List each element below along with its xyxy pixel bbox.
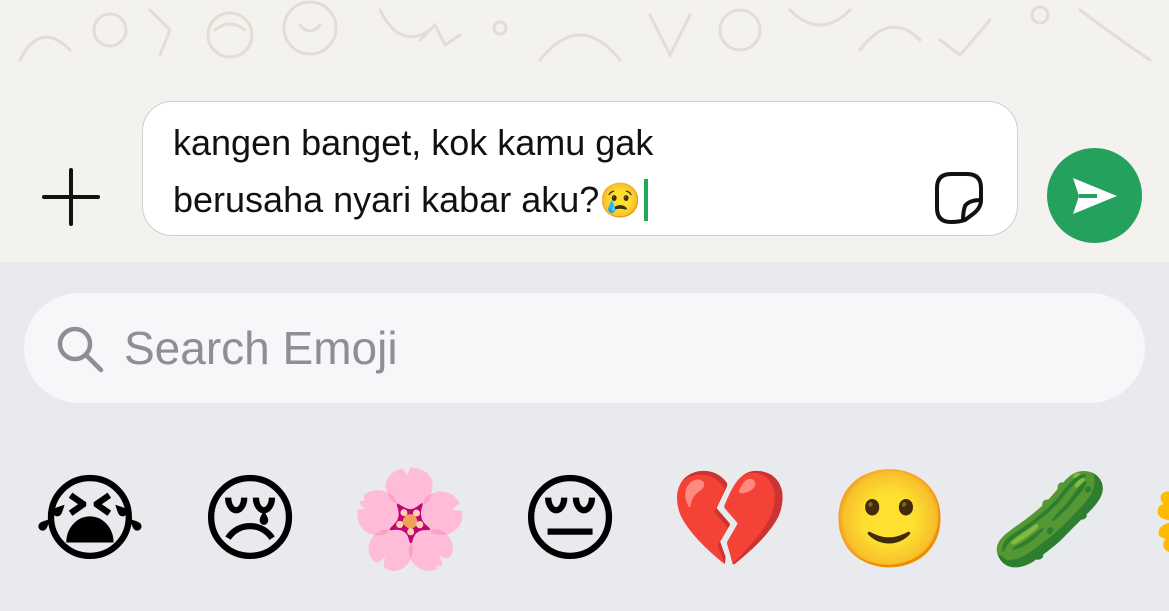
send-button[interactable]	[1047, 148, 1142, 243]
emoji-search-input[interactable]	[124, 317, 1104, 379]
sticker-icon	[935, 172, 983, 224]
message-input[interactable]: kangen banget, kok kamu gak berusaha nya…	[142, 101, 1018, 236]
attach-plus-button[interactable]	[38, 164, 104, 230]
wallpaper-doodles	[18, 0, 1152, 62]
emoji-keyboard: 😭 😢 🌸 😔 💔 🙂 🥒 🌼	[0, 262, 1169, 611]
emoji-slight-smile[interactable]: 🙂	[825, 454, 955, 584]
text-caret	[643, 179, 648, 221]
message-line-1: kangen banget, kok kamu gak	[173, 122, 654, 163]
emoji-broken-heart[interactable]: 💔	[665, 454, 795, 584]
emoji-search-bar[interactable]	[24, 293, 1145, 403]
emoji-pensive[interactable]: 😔	[505, 454, 635, 584]
emoji-cherry-blossom[interactable]: 🌸	[345, 454, 475, 584]
search-icon	[57, 326, 104, 373]
send-icon	[1072, 177, 1117, 214]
emoji-loudly-crying[interactable]: 😭	[25, 454, 155, 584]
sticker-button[interactable]	[929, 168, 987, 226]
plus-icon	[42, 168, 100, 226]
emoji-cucumber[interactable]: 🥒	[985, 454, 1115, 584]
message-line-2: berusaha nyari kabar aku?	[173, 179, 600, 220]
emoji-crying[interactable]: 😢	[185, 454, 315, 584]
emoji-suggestion-row: 😭 😢 🌸 😔 💔 🙂 🥒 🌼	[0, 454, 1169, 584]
message-text[interactable]: kangen banget, kok kamu gak berusaha nya…	[173, 114, 893, 230]
emoji-blossom-partial[interactable]: 🌼	[1145, 454, 1169, 584]
cry-emoji-inline: 😢	[599, 182, 642, 220]
